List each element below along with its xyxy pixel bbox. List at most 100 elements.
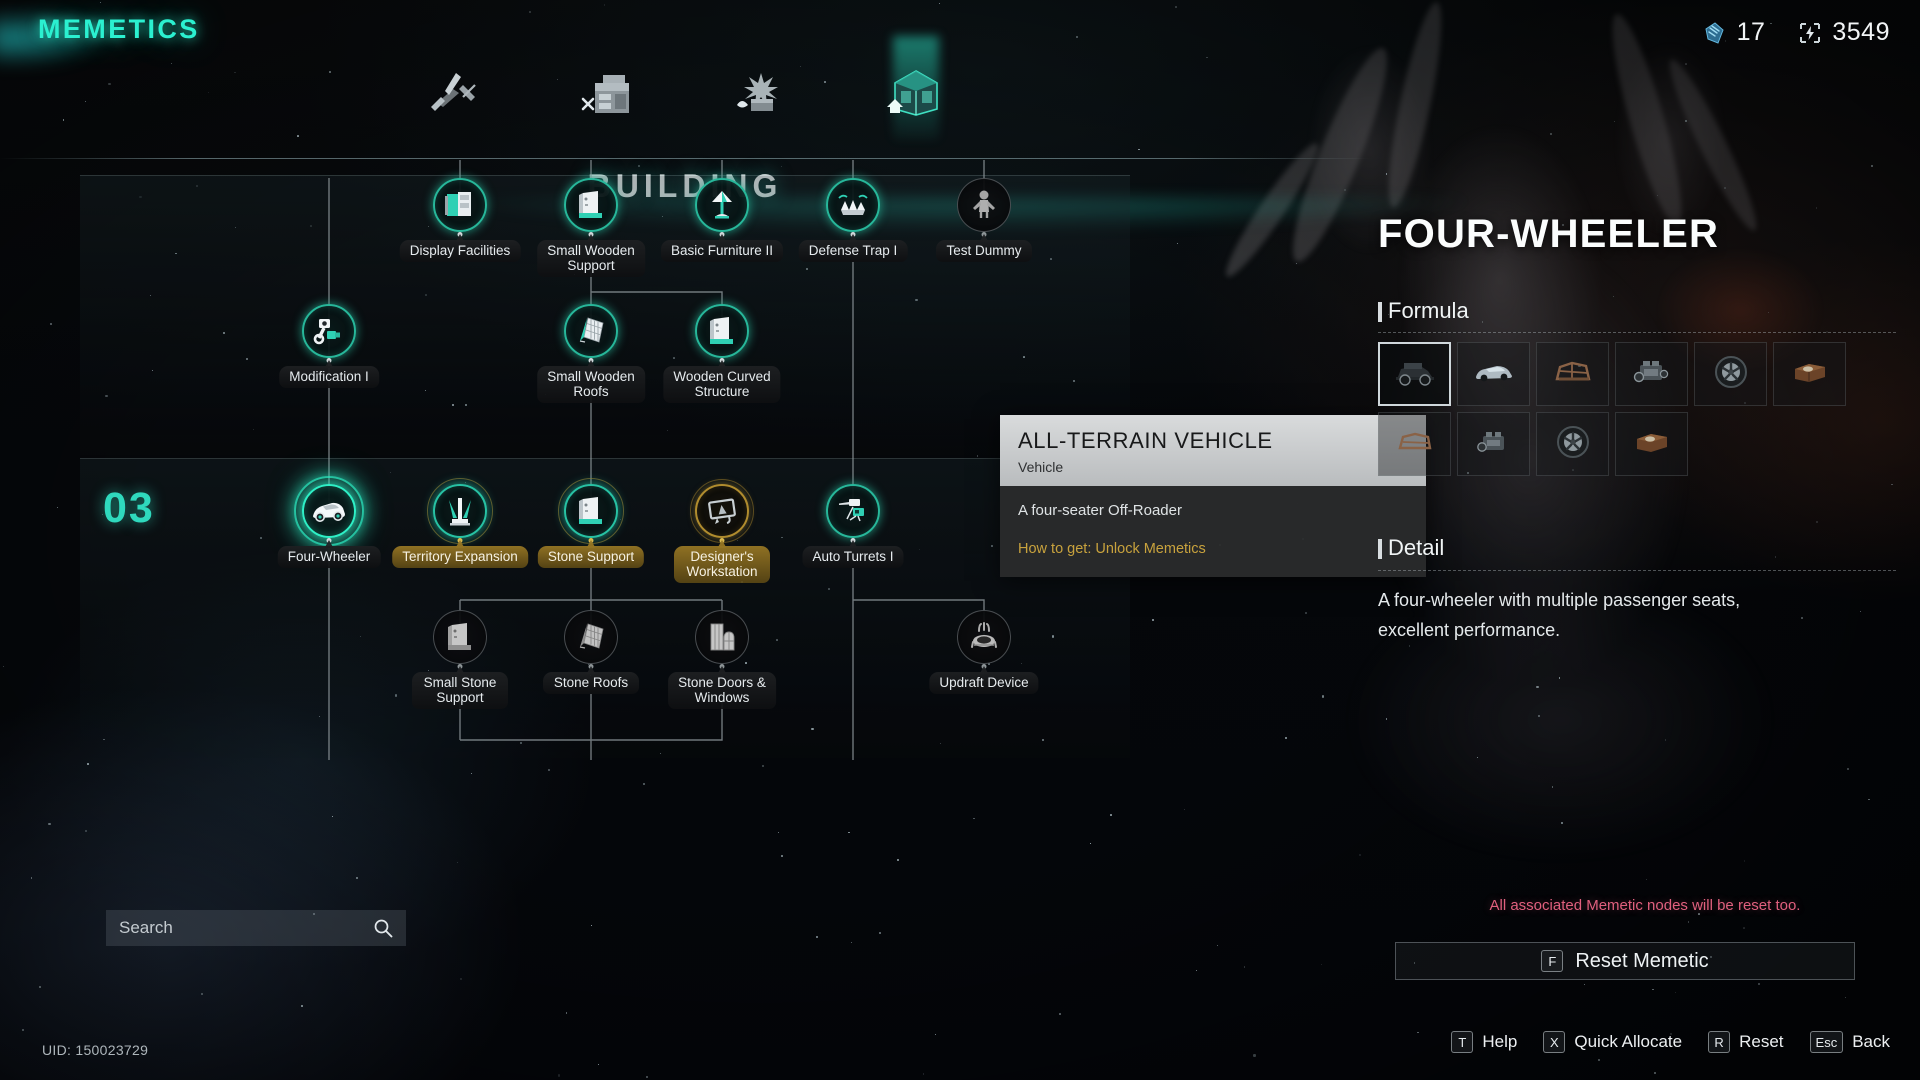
hint-label: Quick Allocate [1574, 1032, 1683, 1051]
node-label: Modification I [279, 366, 379, 388]
tree-node-auto-turrets-i[interactable]: Auto Turrets I [802, 484, 904, 568]
detail-text: A four-wheeler with multiple passenger s… [1378, 590, 1741, 640]
tooltip-header: ALL-TERRAIN VEHICLE Vehicle [1000, 415, 1426, 486]
off-roader-icon [1392, 355, 1438, 394]
footer-hints: T Help X Quick Allocate R Reset Esc Back [1451, 1031, 1890, 1053]
footer-hint-help[interactable]: T Help [1451, 1031, 1517, 1053]
reset-memetic-label: Reset Memetic [1575, 949, 1709, 972]
car-frame-icon [1550, 355, 1596, 394]
footer-hint-quick-allocate[interactable]: X Quick Allocate [1543, 1031, 1682, 1053]
category-tab-building[interactable] [880, 36, 952, 140]
reset-key-badge: F [1541, 950, 1564, 972]
workstation-icon [695, 484, 749, 538]
key-badge: T [1451, 1031, 1474, 1053]
turret-icon [826, 484, 880, 538]
formula-cell-car-frame[interactable] [1536, 342, 1609, 406]
trap-icon [826, 178, 880, 232]
node-label: Stone Roofs [543, 672, 639, 694]
search-input[interactable] [119, 918, 373, 938]
node-label: Four-Wheeler [277, 546, 381, 568]
node-tooltip: ALL-TERRAIN VEHICLE Vehicle A four-seate… [1000, 415, 1426, 577]
tree-node-stone-support[interactable]: Stone Support [537, 478, 645, 568]
formula-cell-crate-2[interactable] [1615, 412, 1688, 476]
detail-panel-title: FOUR-WHEELER [1378, 212, 1720, 256]
reset-memetic-button[interactable]: F Reset Memetic [1395, 942, 1855, 980]
hint-label: Back [1852, 1032, 1890, 1051]
tree-node-four-wheeler[interactable]: Four-Wheeler [277, 476, 381, 568]
car-icon [302, 484, 356, 538]
formula-cell-car-frame-2[interactable] [1378, 412, 1451, 476]
hint-label: Help [1482, 1032, 1518, 1051]
tree-node-small-stone-support[interactable]: Small Stone Support [412, 610, 508, 709]
formula-cell-sedan[interactable] [1457, 342, 1530, 406]
tooltip-description: A four-seater Off-Roader [1018, 502, 1182, 519]
detail-heading: Detail [1378, 535, 1444, 561]
tree-node-stone-roofs[interactable]: Stone Roofs [543, 610, 639, 694]
key-badge: X [1543, 1031, 1566, 1053]
building-icon [887, 70, 938, 116]
tooltip-title: ALL-TERRAIN VEHICLE [1018, 428, 1273, 453]
pillar-icon [564, 178, 618, 232]
tree-node-stone-doors-windows[interactable]: Stone Doors & Windows [668, 610, 776, 709]
node-label: Small Wooden Support [537, 240, 645, 277]
car-frame-2-icon [1392, 425, 1438, 464]
node-label: Wooden Curved Structure [663, 366, 781, 403]
updraft-icon [957, 610, 1011, 664]
formula-cell-engine[interactable] [1615, 342, 1688, 406]
tree-node-basic-furniture-ii[interactable]: Basic Furniture II [660, 178, 784, 262]
tree-node-territory-expansion[interactable]: Territory Expansion [392, 478, 528, 568]
roof-icon [564, 610, 618, 664]
tooltip-how-to-get: How to get: Unlock Memetics [1018, 541, 1206, 557]
formula-cell-engine-2[interactable] [1457, 412, 1530, 476]
node-label: Defense Trap I [798, 240, 908, 262]
node-label: Stone Doors & Windows [668, 672, 776, 709]
wheel-2-icon [1553, 422, 1593, 467]
node-label: Small Stone Support [412, 672, 508, 709]
node-label: Basic Furniture II [660, 240, 784, 262]
node-label: Updraft Device [929, 672, 1039, 694]
node-label: Auto Turrets I [802, 546, 904, 568]
detail-panel: FOUR-WHEELER Formula Detail A four-wheel… [1370, 0, 1920, 1080]
hint-label: Reset [1739, 1032, 1784, 1051]
pillar-icon [695, 304, 749, 358]
engine-2-icon [1471, 425, 1517, 464]
footer-hint-reset[interactable]: R Reset [1708, 1031, 1784, 1053]
search-icon[interactable] [373, 918, 393, 938]
formula-cell-off-roader[interactable] [1378, 342, 1451, 406]
search-box[interactable] [106, 910, 406, 946]
reset-warning: All associated Memetic nodes will be res… [1489, 897, 1801, 914]
formula-cell-crate[interactable] [1773, 342, 1846, 406]
formula-grid[interactable] [1378, 342, 1898, 476]
tree-node-modification-i[interactable]: Modification I [279, 304, 379, 388]
node-label: Display Facilities [399, 240, 521, 262]
tree-node-defense-trap-i[interactable]: Defense Trap I [798, 178, 908, 262]
node-label: Small Wooden Roofs [537, 366, 645, 403]
tree-node-test-dummy[interactable]: Test Dummy [936, 178, 1032, 262]
formula-divider [1378, 332, 1896, 333]
formula-cell-wheel-2[interactable] [1536, 412, 1609, 476]
tree-node-small-wooden-support[interactable]: Small Wooden Support [537, 178, 645, 277]
formula-cell-wheel[interactable] [1694, 342, 1767, 406]
footer-hint-back[interactable]: Esc Back [1809, 1031, 1890, 1053]
node-label: Territory Expansion [392, 546, 528, 568]
pillar-icon [433, 610, 487, 664]
shelf-icon [433, 178, 487, 232]
tree-node-display-facilities[interactable]: Display Facilities [399, 178, 521, 262]
tree-node-small-wooden-roofs[interactable]: Small Wooden Roofs [537, 304, 645, 403]
sedan-icon [1471, 355, 1517, 394]
tooltip-body: A four-seater Off-Roader How to get: Unl… [1000, 486, 1426, 577]
detail-divider [1378, 570, 1896, 571]
crate-2-icon [1629, 425, 1675, 464]
key-badge: R [1708, 1031, 1731, 1053]
tree-node-updraft-device[interactable]: Updraft Device [929, 610, 1039, 694]
wheel-icon [1711, 352, 1751, 397]
door-icon [695, 610, 749, 664]
node-label: Stone Support [537, 546, 645, 568]
key-badge: Esc [1809, 1031, 1844, 1053]
tree-node-designers-workstation[interactable]: Designer's Workstation [674, 479, 770, 583]
tooltip-subtitle: Vehicle [1018, 459, 1064, 475]
territory-icon [433, 484, 487, 538]
tree-node-wooden-curved-structure[interactable]: Wooden Curved Structure [663, 304, 781, 403]
dummy-icon [957, 178, 1011, 232]
formula-heading: Formula [1378, 298, 1469, 324]
